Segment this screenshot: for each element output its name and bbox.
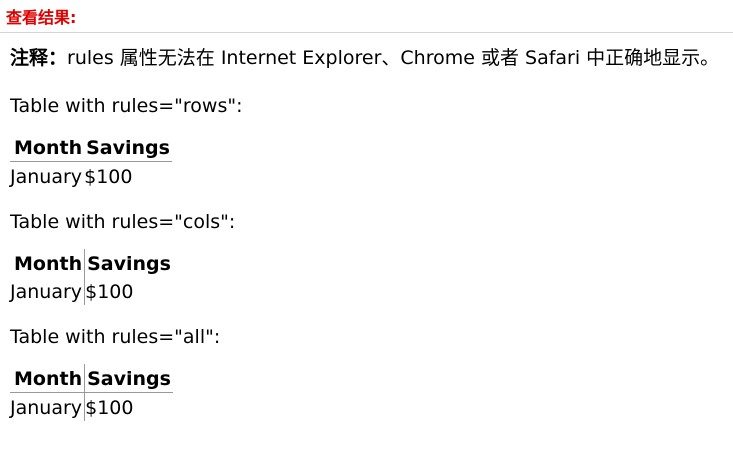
header-cell-savings: Savings — [84, 364, 173, 393]
cell-month: January — [10, 166, 83, 188]
table-caption-cols: Table with rules="cols": — [10, 211, 236, 233]
table-rules-cols: Month Savings January $100 — [10, 249, 173, 305]
header-cell-month: Month — [10, 364, 86, 393]
cell-month: January — [10, 392, 86, 421]
note-paragraph: 注释：rules 属性无法在 Internet Explorer、Chrome … — [10, 44, 725, 72]
result-content: 注释：rules 属性无法在 Internet Explorer、Chrome … — [10, 44, 725, 439]
table-caption-all: Table with rules="all": — [10, 326, 221, 348]
table-row: January $100 — [10, 162, 172, 191]
table-rules-all: Month Savings January $100 — [10, 364, 173, 421]
header-cell-savings: Savings — [87, 253, 171, 275]
result-header: 查看结果: — [0, 0, 733, 33]
cell-savings: $100 — [85, 281, 134, 303]
header-cell-month: Month — [10, 249, 86, 277]
cell-savings: $100 — [84, 166, 133, 188]
cell-month: January — [10, 277, 86, 305]
table-header-row: Month Savings — [10, 249, 173, 277]
header-cell-savings: Savings — [84, 133, 172, 162]
table-caption-rows: Table with rules="rows": — [10, 95, 243, 117]
table-row: January $100 — [10, 277, 173, 305]
table-row: January $100 — [10, 392, 173, 421]
cell-savings: $100 — [85, 397, 134, 419]
note-text: rules 属性无法在 Internet Explorer、Chrome 或者 … — [67, 47, 720, 69]
table-rules-rows: Month Savings January $100 — [10, 133, 172, 190]
result-title: 查看结果: — [6, 8, 77, 27]
table-header-row: Month Savings — [10, 133, 172, 162]
table-header-row: Month Savings — [10, 364, 173, 393]
note-label: 注释： — [10, 47, 68, 69]
header-cell-month: Month — [10, 133, 85, 162]
